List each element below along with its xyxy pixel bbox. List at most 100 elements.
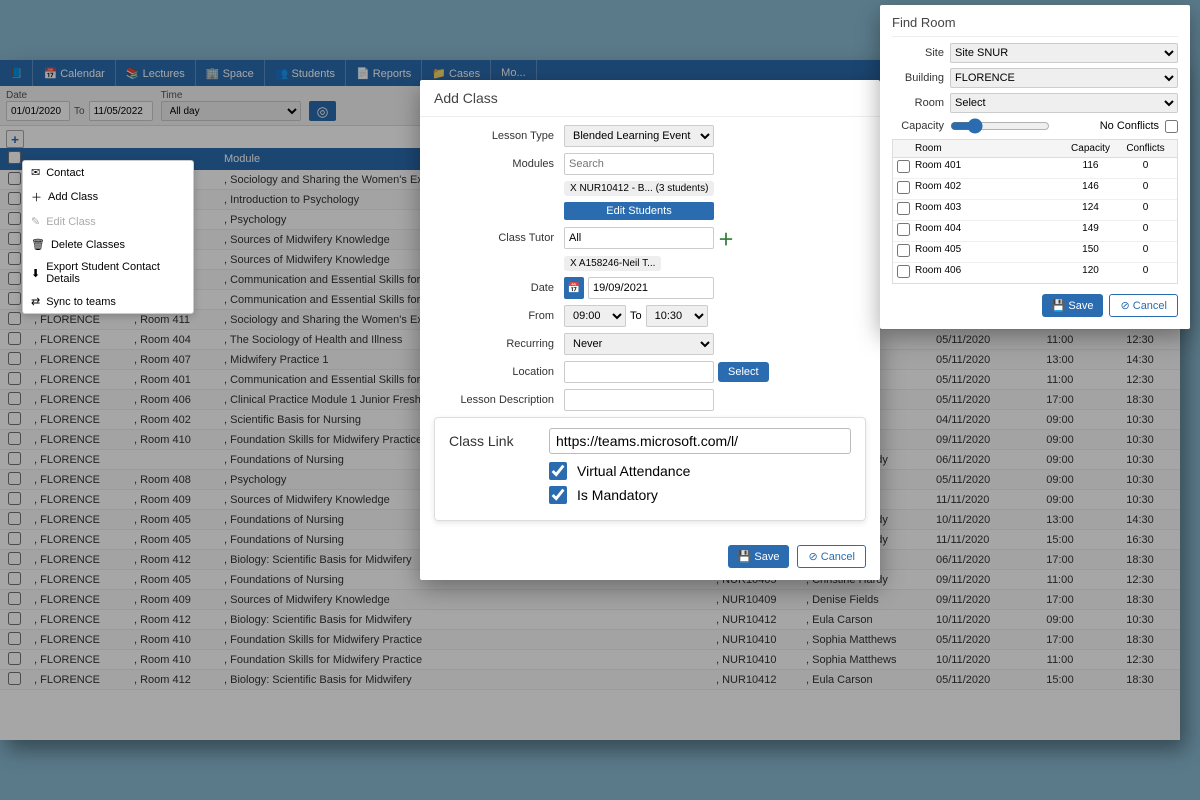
- modal-save-button[interactable]: 💾 Save: [728, 545, 790, 568]
- nav-logo[interactable]: 📘: [0, 60, 33, 86]
- cm-delete-classes[interactable]: 🗑Delete Classes: [23, 233, 193, 256]
- fr-room-select[interactable]: Select: [950, 93, 1178, 113]
- cell-date: 05/11/2020: [930, 330, 1020, 350]
- cell-site: , FLORENCE: [28, 470, 128, 490]
- to-time-select[interactable]: 10:30: [646, 305, 708, 327]
- edit-students-button[interactable]: Edit Students: [564, 202, 714, 220]
- room-row[interactable]: Room 4031240: [893, 200, 1177, 221]
- room-row-checkbox[interactable]: [897, 160, 910, 173]
- cm-add-class[interactable]: ＋Add Class: [23, 184, 193, 210]
- row-checkbox[interactable]: [8, 392, 21, 405]
- row-checkbox[interactable]: [8, 312, 21, 325]
- cell-site: , FLORENCE: [28, 610, 128, 630]
- desc-input[interactable]: [564, 389, 714, 411]
- cell-module: , Sources of Midwifery Knowledge: [218, 590, 710, 610]
- nav-item[interactable]: 🏢 Space: [196, 60, 265, 86]
- row-checkbox[interactable]: [8, 232, 21, 245]
- cell-code: , NUR10410: [710, 650, 800, 670]
- row-checkbox[interactable]: [8, 192, 21, 205]
- row-checkbox[interactable]: [8, 352, 21, 365]
- fr-site-select[interactable]: Site SNUR: [950, 43, 1178, 63]
- room-row[interactable]: Room 4061200: [893, 263, 1177, 283]
- row-checkbox[interactable]: [8, 172, 21, 185]
- row-checkbox[interactable]: [8, 452, 21, 465]
- fr-save-button[interactable]: 💾 Save: [1042, 294, 1104, 317]
- room-row-checkbox[interactable]: [897, 265, 910, 278]
- to-label: To: [74, 106, 85, 117]
- row-checkbox[interactable]: [8, 512, 21, 525]
- is-mandatory-checkbox[interactable]: [549, 486, 567, 504]
- add-row-button[interactable]: +: [6, 130, 24, 148]
- select-all-checkbox[interactable]: [8, 151, 21, 164]
- fr-building-select[interactable]: FLORENCE: [950, 68, 1178, 88]
- virtual-attendance-checkbox[interactable]: [549, 462, 567, 480]
- room-row-checkbox[interactable]: [897, 181, 910, 194]
- add-tutor-icon[interactable]: ＋: [718, 226, 734, 250]
- row-checkbox[interactable]: [8, 252, 21, 265]
- cm-export[interactable]: ⬇Export Student Contact Details: [23, 256, 193, 290]
- table-row[interactable]: , FLORENCE, Room 410, Foundation Skills …: [0, 630, 1180, 650]
- row-checkbox[interactable]: [8, 532, 21, 545]
- fr-cancel-button[interactable]: ⊘ Cancel: [1109, 294, 1178, 317]
- no-conflicts-checkbox[interactable]: [1165, 120, 1178, 133]
- row-checkbox[interactable]: [8, 372, 21, 385]
- row-checkbox[interactable]: [8, 432, 21, 445]
- date-to-input[interactable]: [89, 101, 153, 121]
- row-checkbox[interactable]: [8, 212, 21, 225]
- row-checkbox[interactable]: [8, 412, 21, 425]
- modal-cancel-button[interactable]: ⊘ Cancel: [797, 545, 866, 568]
- class-link-label: Class Link: [449, 433, 549, 449]
- tutor-input[interactable]: [564, 227, 714, 249]
- nav-item[interactable]: 📅 Calendar: [33, 60, 115, 86]
- table-row[interactable]: , FLORENCE, Room 410, Foundation Skills …: [0, 650, 1180, 670]
- calendar-icon[interactable]: 📅: [564, 277, 584, 299]
- row-checkbox[interactable]: [8, 652, 21, 665]
- row-checkbox[interactable]: [8, 492, 21, 505]
- row-checkbox[interactable]: [8, 472, 21, 485]
- cell-tutor: , Eula Carson: [800, 610, 930, 630]
- room-row[interactable]: Room 4041490: [893, 221, 1177, 242]
- module-chip[interactable]: X NUR10412 - B... (3 students): [564, 181, 714, 196]
- row-checkbox[interactable]: [8, 552, 21, 565]
- row-checkbox[interactable]: [8, 572, 21, 585]
- room-row[interactable]: Room 4011160: [893, 158, 1177, 179]
- modules-search-input[interactable]: [564, 153, 714, 175]
- cm-sync[interactable]: ⇄Sync to teams: [23, 290, 193, 313]
- date-from-input[interactable]: [6, 101, 70, 121]
- cell-room: , Room 412: [128, 670, 218, 690]
- location-select-button[interactable]: Select: [718, 362, 769, 382]
- room-row[interactable]: Room 4021460: [893, 179, 1177, 200]
- cm-icon: ✉: [31, 166, 40, 179]
- time-select[interactable]: All day: [161, 101, 301, 121]
- cell-site: , FLORENCE: [28, 670, 128, 690]
- capacity-slider[interactable]: [950, 118, 1050, 134]
- row-checkbox[interactable]: [8, 272, 21, 285]
- cm-contact[interactable]: ✉Contact: [23, 161, 193, 184]
- row-checkbox[interactable]: [8, 292, 21, 305]
- date-input[interactable]: [588, 277, 714, 299]
- table-row[interactable]: , FLORENCE, Room 412, Biology: Scientifi…: [0, 610, 1180, 630]
- from-time-select[interactable]: 09:00: [564, 305, 626, 327]
- table-row[interactable]: , FLORENCE, Room 409, Sources of Midwife…: [0, 590, 1180, 610]
- nav-item[interactable]: 📚 Lectures: [116, 60, 196, 86]
- class-link-input[interactable]: [549, 428, 851, 454]
- row-checkbox[interactable]: [8, 632, 21, 645]
- room-row-checkbox[interactable]: [897, 244, 910, 257]
- room-row[interactable]: Room 4051500: [893, 242, 1177, 263]
- cell-site: , FLORENCE: [28, 370, 128, 390]
- row-checkbox[interactable]: [8, 592, 21, 605]
- nav-item[interactable]: 👥 Students: [265, 60, 346, 86]
- lesson-type-select[interactable]: Blended Learning Event: [564, 125, 714, 147]
- modules-label: Modules: [434, 158, 564, 170]
- room-row-checkbox[interactable]: [897, 223, 910, 236]
- row-checkbox[interactable]: [8, 332, 21, 345]
- nav-item[interactable]: 📄 Reports: [346, 60, 422, 86]
- tutor-chip[interactable]: X A158246-Neil T...: [564, 256, 661, 271]
- row-checkbox[interactable]: [8, 612, 21, 625]
- table-row[interactable]: , FLORENCE, Room 412, Biology: Scientifi…: [0, 670, 1180, 690]
- room-row-checkbox[interactable]: [897, 202, 910, 215]
- search-button[interactable]: ◎: [309, 101, 337, 121]
- row-checkbox[interactable]: [8, 672, 21, 685]
- recurring-select[interactable]: Never: [564, 333, 714, 355]
- location-input[interactable]: [564, 361, 714, 383]
